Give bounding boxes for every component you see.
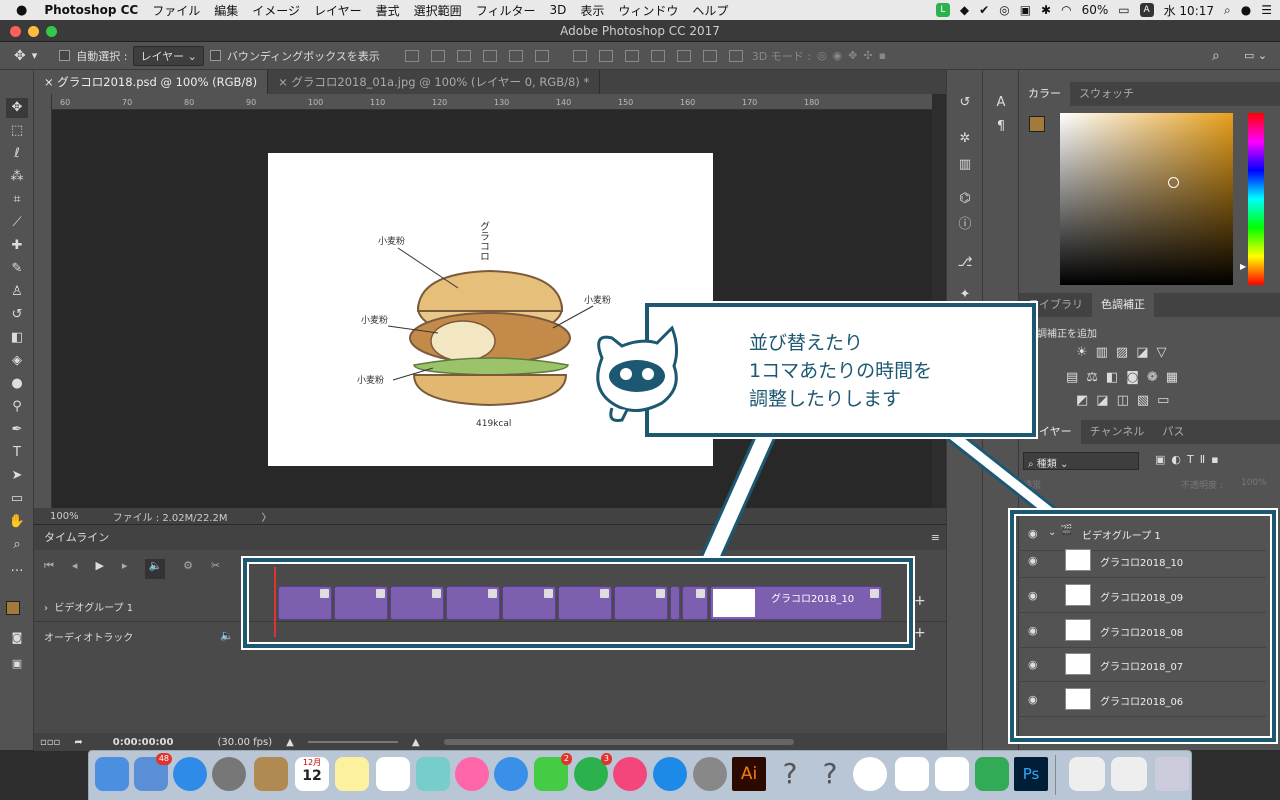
messages-icon[interactable]: [494, 757, 528, 791]
illustrator-icon[interactable]: Ai: [732, 757, 766, 791]
dock-divider: [1055, 755, 1056, 795]
slack-icon[interactable]: [895, 757, 929, 791]
reminders-icon[interactable]: [376, 757, 410, 791]
line-icon[interactable]: 3: [574, 753, 612, 791]
unknown-app-icon[interactable]: ?: [813, 757, 847, 791]
calendar-icon[interactable]: 12月 12: [295, 757, 329, 791]
app-store-icon[interactable]: [653, 757, 687, 791]
system-preferences-icon[interactable]: [693, 757, 727, 791]
line-badge: 3: [600, 753, 612, 765]
launchpad-icon[interactable]: [212, 757, 246, 791]
finder-icon[interactable]: [95, 757, 129, 791]
callout-line: 調整したりします: [749, 388, 902, 410]
callout-line: 並び替えたり: [749, 332, 864, 354]
document-stack-icon[interactable]: [1069, 757, 1105, 791]
mac-dock: 48 12月 12 2 3 Ai ? ? Ps: [88, 750, 1192, 800]
safari-icon[interactable]: [173, 757, 207, 791]
mail-badge: 48: [155, 753, 172, 765]
callout-box: 並び替えたり 1コマあたりの時間を 調整したりします: [645, 303, 1036, 437]
clip-app-icon[interactable]: [935, 757, 969, 791]
flower-app-icon[interactable]: [853, 757, 887, 791]
downloads-stack-icon[interactable]: [1111, 757, 1147, 791]
photos-icon[interactable]: [455, 757, 489, 791]
facetime-icon[interactable]: 2: [534, 753, 572, 791]
calendar-month: 12月: [302, 758, 322, 767]
photoshop-icon[interactable]: Ps: [1014, 757, 1048, 791]
photoshop-label: Ps: [1022, 765, 1040, 783]
music-icon[interactable]: [613, 757, 647, 791]
facetime-badge: 2: [560, 753, 572, 765]
highlight-layers-list: [1010, 510, 1276, 742]
unknown-app-icon[interactable]: ?: [773, 757, 807, 791]
calendar-day: 12: [302, 768, 322, 784]
highlight-timeline-clips: [243, 558, 913, 648]
notes-book-icon[interactable]: [254, 757, 288, 791]
trash-icon[interactable]: [1155, 757, 1189, 791]
maps-icon[interactable]: [416, 757, 450, 791]
pen-app-icon[interactable]: [975, 757, 1009, 791]
mail-icon[interactable]: 48: [134, 753, 172, 791]
illustrator-label: Ai: [740, 764, 758, 784]
cat-mascot-illustration: [596, 325, 679, 422]
notes-icon[interactable]: [335, 757, 369, 791]
callout-line: 1コマあたりの時間を: [749, 360, 933, 382]
